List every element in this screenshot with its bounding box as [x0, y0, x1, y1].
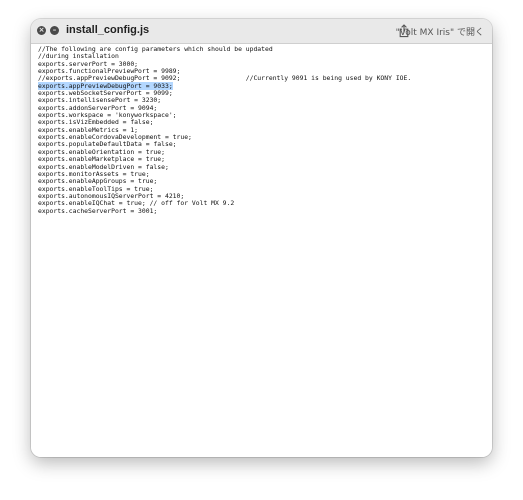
window-title: install_config.js — [66, 24, 150, 36]
title-bar: × – install_config.js "Volt MX Iris" で開く — [31, 19, 492, 44]
code-line: exports.cacheServerPort = 3001; — [38, 206, 411, 215]
minimize-icon[interactable]: – — [50, 26, 59, 35]
quicklook-window: × – install_config.js "Volt MX Iris" で開く… — [31, 19, 492, 457]
open-with-button[interactable]: "Volt MX Iris" で開く — [396, 25, 484, 38]
close-icon[interactable]: × — [37, 26, 46, 35]
code-editor[interactable]: //The following are config parameters wh… — [31, 44, 492, 457]
code-text: //The following are config parameters wh… — [38, 45, 411, 215]
line-text: exports.cacheServerPort = 3001; — [38, 206, 158, 215]
